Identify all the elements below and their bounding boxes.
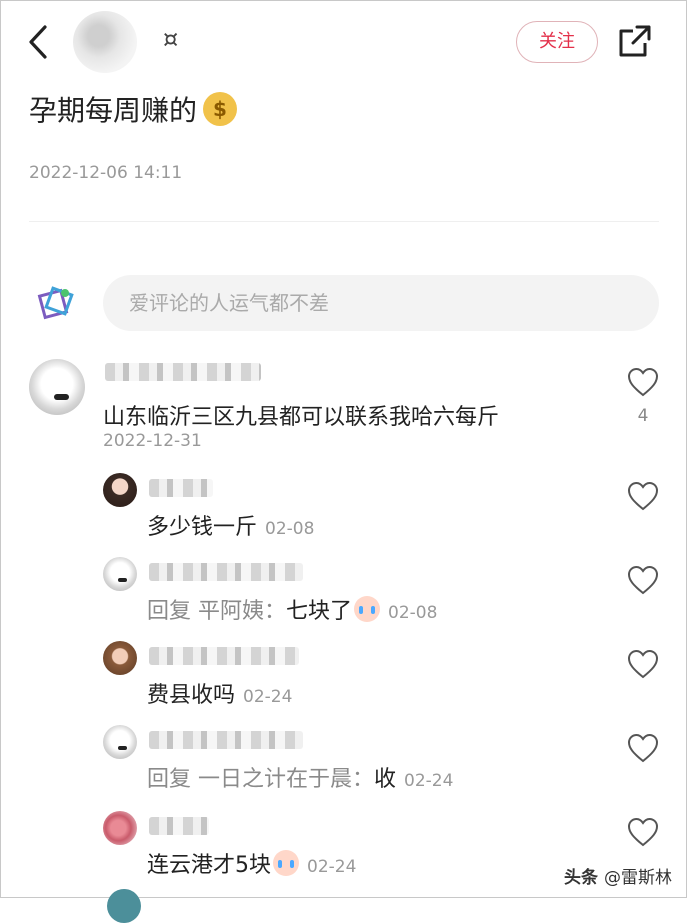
- reply-time: 02-08: [265, 519, 315, 539]
- reply-name[interactable]: [149, 479, 213, 497]
- reply-name[interactable]: [149, 647, 299, 665]
- reply-avatar[interactable]: [103, 473, 137, 507]
- reply-text: 多少钱一斤 02-08: [147, 509, 314, 541]
- reply-avatar[interactable]: [103, 725, 137, 759]
- money-bag-icon: $: [203, 92, 238, 126]
- like-heart-icon[interactable]: [627, 367, 659, 397]
- commenter-avatar[interactable]: [29, 359, 85, 415]
- like-heart-icon[interactable]: [627, 817, 659, 847]
- reply-time: 02-24: [243, 687, 293, 707]
- crying-emoji-icon: [354, 596, 381, 622]
- like-count: 4: [637, 406, 649, 426]
- post-date: 2022-12-06 14:11: [29, 163, 183, 183]
- reply-avatar[interactable]: [103, 557, 137, 591]
- reply-name[interactable]: [149, 731, 303, 749]
- reply-content: 多少钱一斤: [147, 515, 258, 540]
- comment-input[interactable]: 爱评论的人运气都不差: [103, 275, 659, 331]
- reply-name[interactable]: [149, 563, 303, 581]
- reply-time: 02-24: [404, 771, 454, 791]
- reply-time: 02-24: [307, 857, 357, 877]
- follow-button[interactable]: 关注: [516, 21, 598, 63]
- post-title-text: 孕期每周赚的: [29, 94, 198, 127]
- like-heart-icon[interactable]: [627, 481, 659, 511]
- reply-name[interactable]: [149, 817, 209, 835]
- watermark-handle: @雷斯林: [604, 868, 672, 888]
- reply-avatar[interactable]: [107, 889, 141, 923]
- reply-quote: 回复 平阿姨：: [147, 599, 286, 624]
- watermark: 头条 @雷斯林: [564, 863, 672, 888]
- author-name[interactable]: ¤: [163, 25, 178, 53]
- reply-quote: 回复 一日之计在于晨：: [147, 767, 374, 792]
- reply-text: 回复 一日之计在于晨：收 02-24: [147, 761, 453, 793]
- reply-content: 收: [374, 767, 397, 792]
- reply-text: 费县收吗 02-24: [147, 677, 292, 709]
- reply-time: 02-08: [388, 603, 438, 623]
- divider: [29, 221, 659, 222]
- reply-text: 连云港才5块 02-24: [147, 847, 356, 879]
- comment-date: 2022-12-31: [103, 431, 202, 451]
- like-heart-icon[interactable]: [627, 565, 659, 595]
- share-icon[interactable]: [617, 23, 653, 59]
- reply-avatar[interactable]: [103, 811, 137, 845]
- like-heart-icon[interactable]: [627, 649, 659, 679]
- author-avatar[interactable]: [73, 11, 137, 73]
- chevron-left-icon[interactable]: [23, 23, 53, 61]
- reply-text: 回复 平阿姨：七块了 02-08: [147, 593, 437, 625]
- reply-content: 费县收吗: [147, 683, 236, 708]
- post-title: 孕期每周赚的 $: [29, 89, 238, 129]
- like-heart-icon[interactable]: [627, 733, 659, 763]
- reply-content: 连云港才5块: [147, 853, 271, 878]
- crying-emoji-icon: [273, 850, 299, 876]
- current-user-avatar: [34, 282, 78, 326]
- commenter-name[interactable]: [105, 363, 261, 381]
- watermark-head: 头条: [564, 868, 598, 888]
- reply-avatar[interactable]: [103, 641, 137, 675]
- comment-text: 山东临沂三区九县都可以联系我哈六每斤: [103, 405, 500, 430]
- reply-content: 七块了: [286, 599, 353, 624]
